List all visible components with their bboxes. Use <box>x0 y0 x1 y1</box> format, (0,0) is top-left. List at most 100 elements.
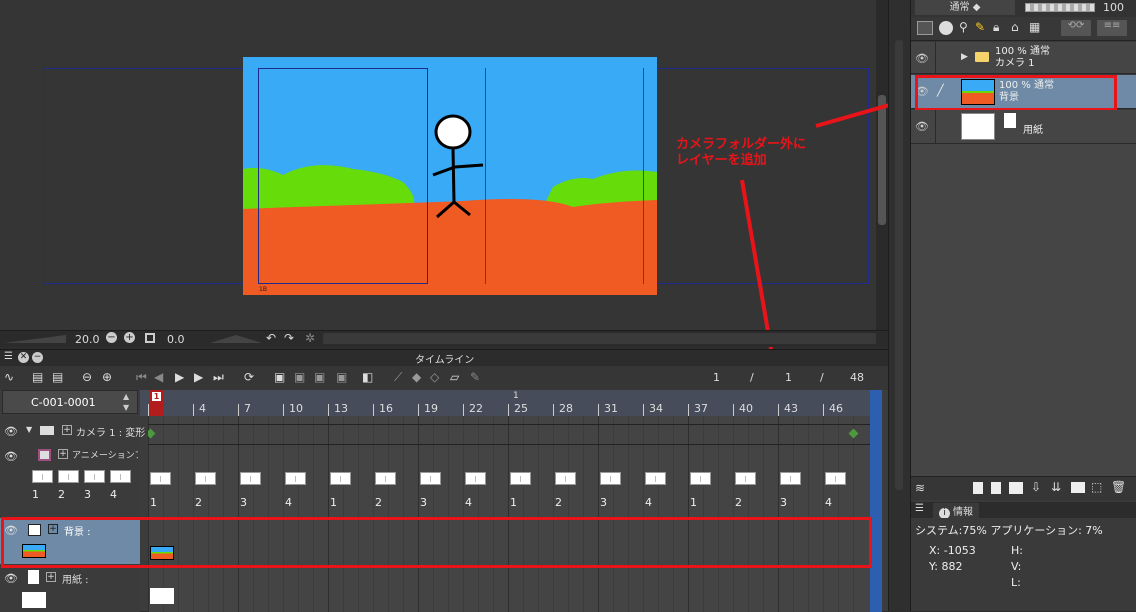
zoom-in-icon[interactable]: ⊕ <box>102 370 112 384</box>
mid-frame[interactable]: 1 <box>785 371 792 384</box>
timeline-scrollbar[interactable] <box>870 390 882 612</box>
animation-cel[interactable] <box>735 472 756 485</box>
animation-cel[interactable] <box>600 472 621 485</box>
animation-cel[interactable] <box>195 472 216 485</box>
zoom-out-icon[interactable]: − <box>106 332 117 343</box>
zoom-value[interactable]: 20.0 <box>75 333 100 346</box>
animation-cel[interactable] <box>510 472 531 485</box>
zoom-out-icon[interactable]: ⊖ <box>82 370 92 384</box>
mask-icon[interactable]: ⟲⟳ <box>1061 20 1091 36</box>
layer-row-paper[interactable]: 👁︎ 用紙 <box>911 110 1136 144</box>
clipping-icon[interactable]: ▦ <box>1029 20 1040 34</box>
layer-properties-icon[interactable]: ≋ <box>915 481 925 495</box>
blend-mode-select[interactable]: 通常 ◆ <box>915 0 1015 15</box>
prev-frame-icon[interactable]: ◀ <box>154 370 163 384</box>
animation-cel[interactable] <box>645 472 666 485</box>
camera-work-icon[interactable]: ▣ <box>336 370 347 384</box>
panel-menu-icon[interactable]: ☰ <box>915 503 924 514</box>
timeline-frames[interactable]: 1 2 3 4 1 2 3 4 1 2 3 4 1 2 3 4 <box>148 416 870 612</box>
animation-cel[interactable] <box>285 472 306 485</box>
info-tab[interactable]: i 情報 <box>933 503 979 519</box>
animation-cel[interactable] <box>465 472 486 485</box>
add-icon[interactable]: + <box>58 449 68 459</box>
new-timeline-icon[interactable]: ▤ <box>32 370 43 384</box>
fit-icon[interactable] <box>145 333 155 343</box>
layer-row-camera-folder[interactable]: 👁︎ ▶ 100 % 通常 カメラ 1 <box>911 42 1136 74</box>
animation-cel[interactable] <box>555 472 576 485</box>
track-camera[interactable]: 👁︎ ▼ + カメラ 1 : 変形 <box>0 420 145 442</box>
animation-cel[interactable] <box>240 472 261 485</box>
animation-cel[interactable] <box>330 472 351 485</box>
pen-icon[interactable]: ✎ <box>975 20 985 34</box>
lighthouse-icon[interactable]: ⚲ <box>959 20 968 34</box>
zoom-slider[interactable] <box>4 335 66 343</box>
horizontal-scrollbar[interactable] <box>323 333 876 344</box>
visibility-eye-icon[interactable]: 👁︎ <box>915 120 929 133</box>
transfer-down-icon[interactable]: ⇩ <box>1031 480 1041 494</box>
timesheet-icon[interactable]: ▱ <box>450 370 459 384</box>
keyframe-interp-icon[interactable]: ◇ <box>430 370 439 384</box>
new-raster-icon[interactable] <box>973 482 983 494</box>
visibility-eye-icon[interactable]: 👁︎ <box>4 425 18 438</box>
new-vector-icon[interactable] <box>991 482 1001 494</box>
new-folder-icon[interactable] <box>1009 482 1023 494</box>
animation-cel[interactable] <box>150 472 171 485</box>
next-frame-icon[interactable]: ▶ <box>194 370 203 384</box>
frame-ruler[interactable]: 1 1 4 7 10 13 16 19 22 25 28 31 34 37 40 43 46 <box>140 390 870 416</box>
rotation-value[interactable]: 0.0 <box>167 333 185 346</box>
track-paper[interactable]: 👁︎ + 用紙 : <box>0 568 140 612</box>
minimize-icon[interactable]: − <box>32 352 43 363</box>
reference-icon[interactable] <box>939 21 953 35</box>
last-frame-icon[interactable]: ⏭ <box>213 370 224 385</box>
animation-cel[interactable] <box>375 472 396 485</box>
opacity-slider[interactable] <box>1025 3 1095 12</box>
animation-cel[interactable] <box>420 472 441 485</box>
edit-timeline-icon[interactable]: ▤ <box>52 370 63 384</box>
total-frames[interactable]: 48 <box>850 371 864 384</box>
loop-icon[interactable]: ⟳ <box>244 370 254 384</box>
lock-icon[interactable]: 🔒︎ <box>993 20 999 35</box>
animation-cel[interactable] <box>825 472 846 485</box>
lock-transparent-icon[interactable]: ⌂ <box>1011 20 1019 34</box>
playhead-head[interactable]: 1 <box>150 390 164 416</box>
animation-cel[interactable] <box>690 472 711 485</box>
animation-cel[interactable] <box>780 472 801 485</box>
visibility-eye-icon[interactable]: 👁︎ <box>4 450 18 463</box>
reset-rotation-icon[interactable]: ✲ <box>305 331 315 345</box>
select-icon[interactable]: ⬚ <box>1091 480 1102 494</box>
visibility-eye-icon[interactable]: 👁︎ <box>4 572 18 585</box>
zoom-in-icon[interactable]: + <box>124 332 135 343</box>
merge-icon[interactable]: ⇊ <box>1051 480 1061 494</box>
keyframe-marker[interactable] <box>848 428 859 439</box>
play-icon[interactable]: ▶ <box>175 370 184 384</box>
track-animation[interactable]: 👁︎ + アニメーションフ 1 2 3 4 <box>0 444 140 514</box>
layer-color-icon[interactable] <box>917 21 933 35</box>
rotate-right-icon[interactable]: ↷ <box>284 331 294 345</box>
current-frame[interactable]: 1 <box>713 371 720 384</box>
close-icon[interactable]: ✕ <box>18 352 29 363</box>
onion-skin-icon[interactable]: ▣ <box>314 370 325 384</box>
opacity-value[interactable]: 100 <box>1103 1 1124 14</box>
keyframe-enable-icon[interactable]: ⟋ <box>394 370 402 385</box>
trash-icon[interactable]: 🗑︎ <box>1111 480 1126 494</box>
add-icon[interactable]: + <box>46 572 56 582</box>
new-animation-cel-icon[interactable]: ▣ <box>274 370 285 384</box>
canvas-area[interactable]: 1B カメラフォルダー外に レイヤーを追加 <box>0 0 876 330</box>
folder-expand-icon[interactable]: ▶ <box>961 52 968 62</box>
light-table-icon[interactable]: ◧ <box>362 370 373 384</box>
layer-options-icon[interactable]: ≡≡ <box>1097 20 1127 36</box>
visibility-eye-icon[interactable]: 👁︎ <box>915 52 929 65</box>
first-frame-icon[interactable]: ⏮ <box>136 370 147 385</box>
rotation-slider[interactable] <box>210 335 262 343</box>
specify-cel-icon[interactable]: ▣ <box>294 370 305 384</box>
keyframe-add-icon[interactable]: ◆ <box>412 370 421 384</box>
pencil-icon[interactable]: ✎ <box>470 370 480 384</box>
expand-icon[interactable]: ▼ <box>26 425 32 434</box>
sequence-select[interactable]: C-001-0001 ▲ ▼ <box>2 390 138 414</box>
mask-add-icon[interactable] <box>1071 482 1085 493</box>
canvas-vertical-scrollbar[interactable] <box>876 0 888 330</box>
add-icon[interactable]: + <box>62 425 72 435</box>
panel-menu-icon[interactable]: ☰ <box>4 351 13 362</box>
keyframe-marker[interactable] <box>148 428 156 439</box>
rotate-left-icon[interactable]: ↶ <box>266 331 276 345</box>
